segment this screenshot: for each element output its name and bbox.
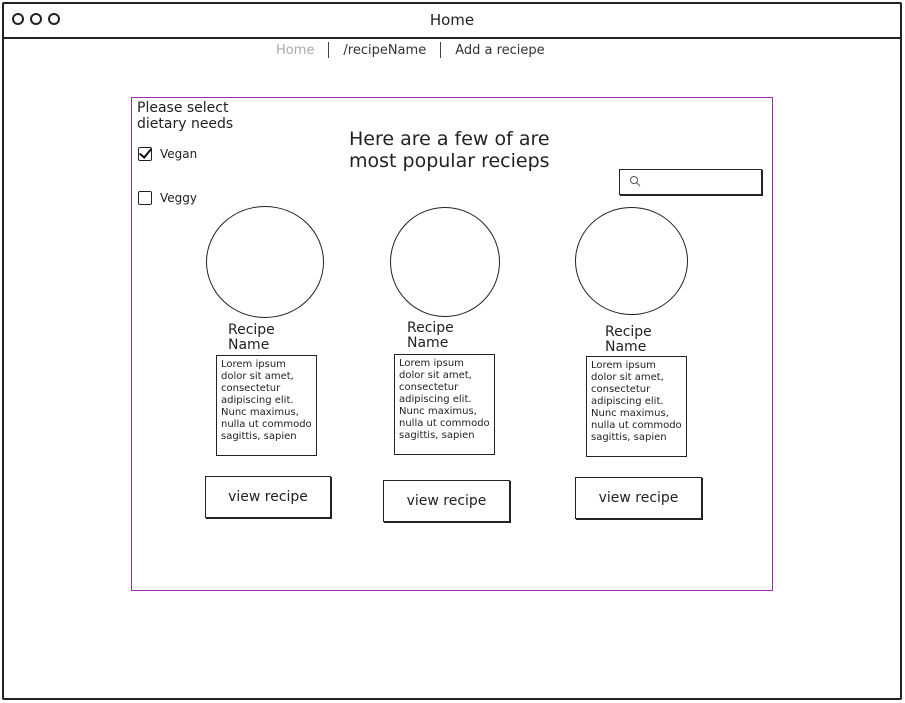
veggy-label: Veggy: [160, 191, 197, 205]
search-icon: [630, 176, 641, 187]
recipe-image-placeholder: [575, 207, 688, 315]
nav-item-recipe-name[interactable]: /recipeName: [329, 43, 440, 58]
search-input[interactable]: [646, 173, 756, 191]
title-bar: Home: [4, 4, 900, 39]
window-title: Home: [429, 11, 475, 29]
page-headline: Here are a few of are most popular recie…: [349, 128, 550, 172]
veggy-checkbox[interactable]: [138, 191, 152, 205]
vegan-label: Vegan: [160, 147, 198, 161]
view-recipe-button[interactable]: view recipe: [575, 477, 702, 519]
nav-item-home[interactable]: Home: [272, 43, 328, 58]
nav-item-add-recipe[interactable]: Add a reciepe: [441, 43, 558, 58]
dietary-needs-title: Please select dietary needs: [137, 100, 234, 132]
recipe-description: Lorem ipsum dolor sit amet, consectetur …: [394, 354, 495, 455]
recipe-image-placeholder: [390, 207, 500, 317]
recipe-image-placeholder: [206, 206, 324, 318]
recipe-name: Recipe Name: [228, 322, 275, 353]
vegan-checkbox[interactable]: [138, 147, 152, 161]
search-box[interactable]: [619, 169, 762, 195]
recipe-name: Recipe Name: [605, 324, 652, 355]
recipe-description: Lorem ipsum dolor sit amet, consectetur …: [216, 355, 317, 456]
top-nav: Home /recipeName Add a reciepe: [272, 42, 559, 58]
view-recipe-button[interactable]: view recipe: [205, 476, 331, 518]
vegan-option[interactable]: Vegan: [138, 147, 197, 161]
veggy-option[interactable]: Veggy: [138, 191, 197, 205]
recipe-name: Recipe Name: [407, 320, 454, 351]
recipe-description: Lorem ipsum dolor sit amet, consectetur …: [586, 356, 687, 457]
view-recipe-button[interactable]: view recipe: [383, 480, 510, 522]
